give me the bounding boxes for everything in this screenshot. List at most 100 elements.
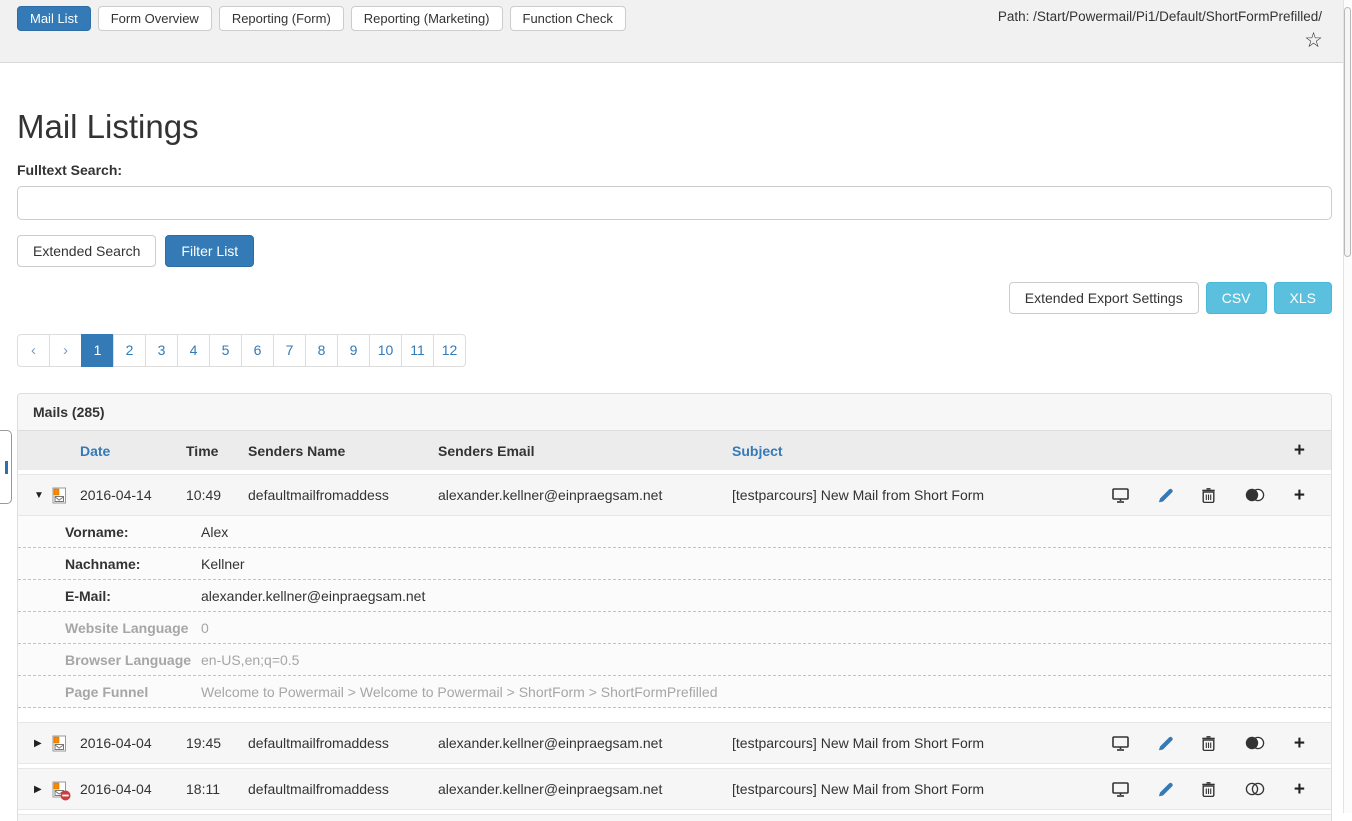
mail-sender-name: defaultmailfromaddess [248, 487, 438, 503]
mail-sender-email: alexander.kellner@einpraegsam.net [438, 487, 732, 503]
pagination-page-6[interactable]: 6 [241, 334, 274, 367]
caret-right-icon[interactable]: ▶ [18, 738, 52, 749]
table-header-row: Date Time Senders Name Senders Email Sub… [18, 431, 1331, 470]
delete-trash-icon[interactable] [1202, 736, 1215, 751]
left-edge-panel-handle[interactable] [0, 430, 12, 504]
tab-form-overview[interactable]: Form Overview [98, 6, 212, 31]
hidden-badge-icon [60, 790, 71, 801]
detail-value: alexander.kellner@einpraegsam.net [201, 588, 425, 604]
detail-value: en-US,en;q=0.5 [201, 652, 299, 668]
preview-monitor-icon[interactable] [1112, 736, 1129, 751]
page-title: Mail Listings [17, 108, 1332, 146]
edit-pencil-icon[interactable] [1158, 736, 1173, 751]
extended-export-settings-button[interactable]: Extended Export Settings [1009, 282, 1199, 314]
pagination: ‹ › 1 2 3 4 5 6 7 8 9 10 11 12 [17, 334, 466, 367]
pagination-next[interactable]: › [49, 334, 82, 367]
pagination-page-3[interactable]: 3 [145, 334, 178, 367]
export-actions: Extended Export Settings CSV XLS [17, 282, 1332, 314]
preview-monitor-icon[interactable] [1112, 782, 1129, 797]
detail-row-nachname: Nachname: Kellner [18, 548, 1331, 580]
mail-record-icon [52, 735, 67, 752]
pagination-page-5[interactable]: 5 [209, 334, 242, 367]
xls-export-button[interactable]: XLS [1274, 282, 1332, 314]
pagination-page-8[interactable]: 8 [305, 334, 338, 367]
hide-toggle-on-icon[interactable] [1245, 736, 1265, 750]
add-icon[interactable]: + [1294, 486, 1305, 505]
mail-sender-name: defaultmailfromaddess [248, 735, 438, 751]
edit-pencil-icon[interactable] [1158, 782, 1173, 797]
pagination-page-4[interactable]: 4 [177, 334, 210, 367]
hide-toggle-off-icon[interactable] [1245, 782, 1265, 796]
detail-label: Vorname: [18, 524, 201, 540]
delete-trash-icon[interactable] [1202, 782, 1215, 797]
detail-label: Browser Language [18, 652, 201, 668]
pagination-prev[interactable]: ‹ [17, 334, 50, 367]
pagination-page-9[interactable]: 9 [337, 334, 370, 367]
tab-function-check[interactable]: Function Check [510, 6, 626, 31]
top-bar: Mail List Form Overview Reporting (Form)… [0, 0, 1352, 63]
detail-value: Welcome to Powermail > Welcome to Powerm… [201, 684, 718, 700]
pagination-page-1[interactable]: 1 [81, 334, 114, 367]
column-header-subject[interactable]: Subject [732, 443, 1096, 459]
bookmark-star-icon[interactable]: ☆ [1304, 30, 1323, 51]
add-column-icon[interactable]: + [1294, 441, 1305, 460]
edit-pencil-icon[interactable] [1158, 488, 1173, 503]
mail-sender-name: defaultmailfromaddess [248, 781, 438, 797]
pagination-page-10[interactable]: 10 [369, 334, 402, 367]
scrollbar-thumb[interactable] [1344, 7, 1351, 257]
add-icon[interactable]: + [1294, 734, 1305, 753]
caret-down-icon[interactable]: ▼ [18, 490, 52, 501]
tab-reporting-form[interactable]: Reporting (Form) [219, 6, 344, 31]
mail-time: 19:45 [186, 735, 248, 751]
detail-label: Nachname: [18, 556, 201, 572]
mail-date: 2016-04-04 [80, 735, 186, 751]
mail-sender-email: alexander.kellner@einpraegsam.net [438, 735, 732, 751]
vertical-scrollbar[interactable] [1343, 0, 1352, 813]
delete-trash-icon[interactable] [1202, 488, 1215, 503]
column-header-date[interactable]: Date [80, 443, 186, 459]
detail-row-website-language: Website Language 0 [18, 612, 1331, 644]
mail-time: 10:49 [186, 487, 248, 503]
detail-label: E-Mail: [18, 588, 201, 604]
pagination-page-11[interactable]: 11 [401, 334, 434, 367]
csv-export-button[interactable]: CSV [1206, 282, 1267, 314]
filter-list-button[interactable]: Filter List [165, 235, 254, 267]
column-header-senders-name: Senders Name [248, 443, 438, 459]
mail-row[interactable]: ▼ 2016-04-14 10:49 defaultmailfromaddess… [18, 474, 1331, 516]
main-content: Mail Listings Fulltext Search: Extended … [0, 108, 1352, 821]
caret-right-icon[interactable]: ▶ [18, 784, 52, 795]
mail-row[interactable]: ▶ 2016-04-04 19:45 defaultmailfromaddess… [18, 722, 1331, 764]
mail-subject: [testparcours] New Mail from Short Form [732, 735, 1096, 751]
fulltext-search-label: Fulltext Search: [17, 162, 1332, 178]
mail-details: Vorname: Alex Nachname: Kellner E-Mail: … [18, 516, 1331, 708]
pagination-page-7[interactable]: 7 [273, 334, 306, 367]
handle-mark [5, 461, 8, 474]
search-actions: Extended Search Filter List [17, 235, 1332, 267]
tab-mail-list[interactable]: Mail List [17, 6, 91, 31]
tab-reporting-marketing[interactable]: Reporting (Marketing) [351, 6, 503, 31]
mail-record-icon [52, 487, 67, 504]
extended-search-button[interactable]: Extended Search [17, 235, 156, 267]
detail-value: 0 [201, 620, 209, 636]
fulltext-search-input[interactable] [17, 186, 1332, 220]
detail-value: Alex [201, 524, 228, 540]
mail-row[interactable]: ▶ 2016-04-04 18:11 defaultma [18, 768, 1331, 810]
mails-panel-title: Mails (285) [18, 394, 1331, 431]
mails-panel: Mails (285) Date Time Senders Name Sende… [17, 393, 1332, 821]
breadcrumb-path: Path: /Start/Powermail/Pi1/Default/Short… [998, 9, 1322, 24]
mail-time: 18:11 [186, 781, 248, 797]
hide-toggle-on-icon[interactable] [1245, 488, 1265, 502]
mail-sender-email: alexander.kellner@einpraegsam.net [438, 781, 732, 797]
detail-label: Page Funnel [18, 684, 201, 700]
add-icon[interactable]: + [1294, 780, 1305, 799]
detail-value: Kellner [201, 556, 245, 572]
detail-row-page-funnel: Page Funnel Welcome to Powermail > Welco… [18, 676, 1331, 708]
mail-subject: [testparcours] New Mail from Short Form [732, 781, 1096, 797]
module-tabs: Mail List Form Overview Reporting (Form)… [17, 6, 626, 31]
mail-date: 2016-04-14 [80, 487, 186, 503]
pagination-page-12[interactable]: 12 [433, 334, 466, 367]
preview-monitor-icon[interactable] [1112, 488, 1129, 503]
pagination-page-2[interactable]: 2 [113, 334, 146, 367]
detail-label: Website Language [18, 620, 201, 636]
next-row-partial [18, 814, 1331, 821]
